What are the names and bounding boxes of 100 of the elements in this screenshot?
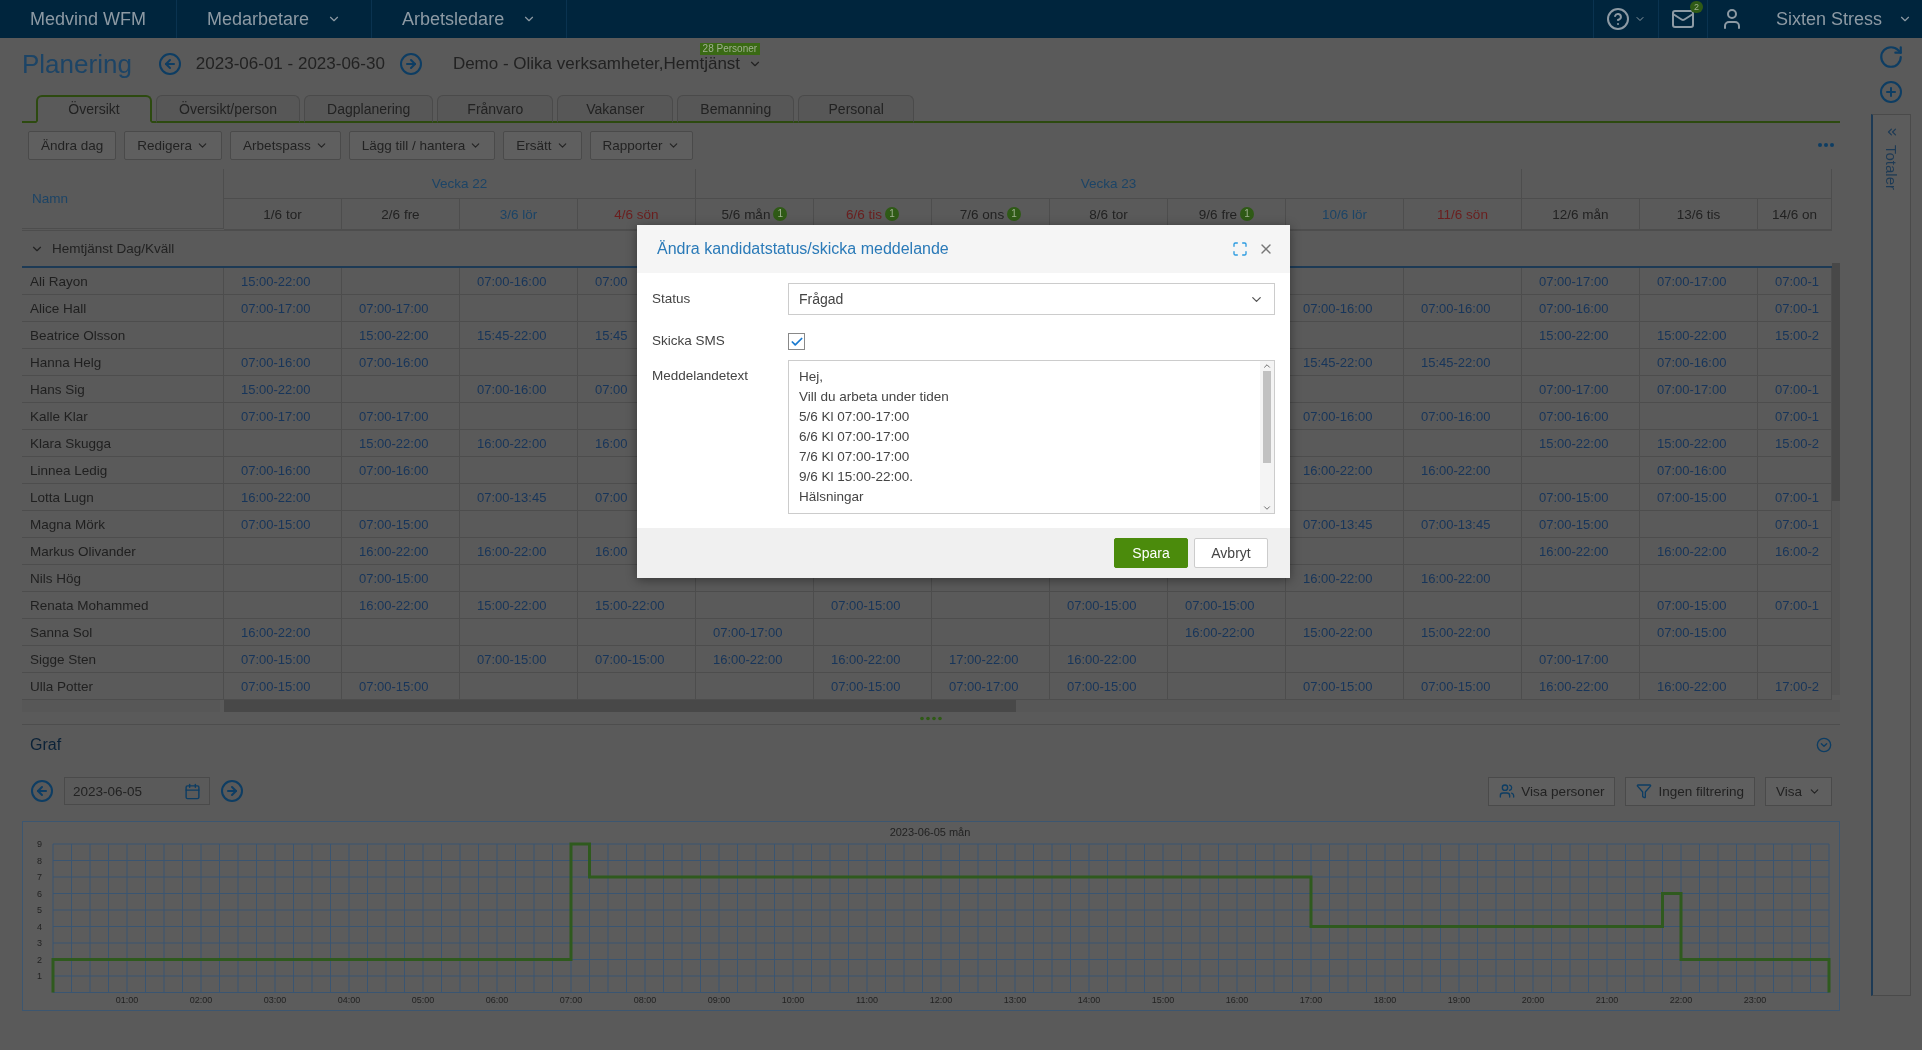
shift-cell[interactable]: 16:00-22:00 bbox=[460, 538, 578, 565]
shift-cell[interactable]: 07:00-15:00 bbox=[1050, 592, 1168, 619]
checkbox[interactable] bbox=[788, 333, 805, 350]
toolbar-button[interactable]: Lägg till / hantera bbox=[348, 130, 496, 160]
shift-cell[interactable]: 15:00-22:00 bbox=[1640, 430, 1758, 457]
shift-cell[interactable]: 07:00-16:00 bbox=[224, 349, 342, 376]
shift-cell[interactable]: 16:00-22:00 bbox=[342, 538, 460, 565]
collapse-button[interactable] bbox=[1816, 737, 1832, 753]
next-button[interactable] bbox=[398, 52, 423, 76]
toolbar-button[interactable]: Ersätt bbox=[503, 130, 582, 160]
shift-cell[interactable]: 16:00-22:00 bbox=[1522, 538, 1640, 565]
shift-cell[interactable]: 07:00-17:00 bbox=[224, 403, 342, 430]
shift-cell[interactable]: 16:00-22:00 bbox=[224, 619, 342, 646]
shift-cell[interactable]: 07:00-17:00 bbox=[1640, 376, 1758, 403]
shift-cell[interactable]: 07:00-16:00 bbox=[1522, 403, 1640, 430]
vertical-scrollbar[interactable] bbox=[1260, 361, 1274, 513]
more-button[interactable] bbox=[1818, 143, 1834, 147]
shift-cell[interactable]: 16:00-22:00 bbox=[1050, 646, 1168, 673]
shift-cell[interactable]: 07:00-16:00 bbox=[224, 457, 342, 484]
shift-cell[interactable]: 16:00-22:00 bbox=[460, 430, 578, 457]
employee-name[interactable]: Beatrice Olsson bbox=[22, 322, 224, 349]
shift-cell[interactable]: 07:00-17:00 bbox=[1640, 268, 1758, 295]
graph-button[interactable]: Visa personer bbox=[1488, 776, 1616, 806]
shift-cell[interactable]: 07:00-15:00 bbox=[342, 511, 460, 538]
shift-cell[interactable]: 07:00-16:00 bbox=[1640, 457, 1758, 484]
shift-cell[interactable]: 07:00-15:00 bbox=[1640, 484, 1758, 511]
shift-cell[interactable]: 07:00-16:00 bbox=[1404, 403, 1522, 430]
shift-cell[interactable]: 15:00-22:00 bbox=[1286, 619, 1404, 646]
app-title[interactable]: Medvind WFM bbox=[0, 0, 177, 38]
employee-name[interactable]: Alice Hall bbox=[22, 295, 224, 322]
shift-cell[interactable]: 07:00-13:45 bbox=[460, 484, 578, 511]
employee-name[interactable]: Renata Mohammed bbox=[22, 592, 224, 619]
toolbar-button[interactable]: Rapporter bbox=[589, 130, 693, 160]
shift-cell[interactable]: 15:45-22:00 bbox=[1404, 349, 1522, 376]
shift-cell[interactable]: 07:00-17:00 bbox=[1522, 376, 1640, 403]
toolbar-button[interactable]: Ändra dag bbox=[28, 130, 117, 160]
shift-cell[interactable]: 07:00-17:00 bbox=[224, 295, 342, 322]
cancel-button[interactable]: Avbryt bbox=[1194, 538, 1268, 568]
scroll-up-icon[interactable] bbox=[1262, 361, 1272, 371]
previous-button[interactable] bbox=[30, 779, 54, 803]
shift-cell[interactable]: 07:00-17:00 bbox=[1522, 646, 1640, 673]
status-select[interactable]: Frågad bbox=[788, 283, 1275, 315]
save-button[interactable]: Spara bbox=[1114, 538, 1188, 568]
shift-cell[interactable]: 07:00-17:00 bbox=[342, 295, 460, 322]
shift-cell[interactable]: 15:00-22:00 bbox=[1404, 619, 1522, 646]
previous-button[interactable] bbox=[157, 52, 182, 76]
employee-name[interactable]: Magna Mörk bbox=[22, 511, 224, 538]
shift-cell[interactable]: 07:00-17:00 bbox=[696, 619, 814, 646]
shift-cell[interactable]: 17:00-22:00 bbox=[932, 646, 1050, 673]
employee-name[interactable]: Nils Hög bbox=[22, 565, 224, 592]
shift-cell[interactable]: 15:00-22:00 bbox=[578, 592, 696, 619]
refresh-button[interactable] bbox=[1878, 44, 1904, 70]
shift-cell[interactable]: 15:00-22:00 bbox=[342, 322, 460, 349]
shift-cell[interactable]: 16:00-22:00 bbox=[1640, 538, 1758, 565]
shift-cell[interactable]: 15:00-22:00 bbox=[342, 430, 460, 457]
nav-menu[interactable]: Arbetsledare bbox=[372, 0, 568, 38]
shift-cell[interactable]: 07:00-15:00 bbox=[224, 646, 342, 673]
shift-cell[interactable]: 07:00-15:00 bbox=[578, 646, 696, 673]
shift-cell[interactable]: 16:00-22:00 bbox=[1404, 565, 1522, 592]
shift-cell[interactable]: 07:00-17:00 bbox=[1522, 268, 1640, 295]
shift-cell[interactable]: 07:00-15:00 bbox=[224, 511, 342, 538]
graph-button[interactable]: Ingen filtrering bbox=[1625, 776, 1755, 806]
shift-cell[interactable]: 07:00-16:00 bbox=[342, 349, 460, 376]
shift-cell[interactable]: 07:00-15:00 bbox=[1522, 511, 1640, 538]
nav-menu[interactable]: Medarbetare bbox=[177, 0, 373, 38]
employee-name[interactable]: Sigge Sten bbox=[22, 646, 224, 673]
employee-name[interactable]: Hanna Helg bbox=[22, 349, 224, 376]
employee-name[interactable]: Lotta Lugn bbox=[22, 484, 224, 511]
shift-cell[interactable]: 07:00-16:00 bbox=[1522, 295, 1640, 322]
employee-name[interactable]: Markus Olivander bbox=[22, 538, 224, 565]
employee-name[interactable]: Klara Skugga bbox=[22, 430, 224, 457]
employee-name[interactable]: Ali Rayon bbox=[22, 268, 224, 295]
shift-cell[interactable]: 07:00-16:00 bbox=[1404, 295, 1522, 322]
employee-name[interactable]: Hans Sig bbox=[22, 376, 224, 403]
empty-cell[interactable] bbox=[1404, 268, 1522, 295]
shift-cell[interactable]: 07:00-13:45 bbox=[1404, 511, 1522, 538]
unit-selector[interactable]: Demo - Olika verksamheter,Hemtjänst bbox=[452, 54, 763, 74]
shift-cell[interactable]: 15:00-22:00 bbox=[224, 268, 342, 295]
shift-cell[interactable]: 16:00-22:00 bbox=[1404, 457, 1522, 484]
shift-cell[interactable]: 15:00-22:00 bbox=[1640, 322, 1758, 349]
tab[interactable]: Översikt bbox=[36, 95, 152, 123]
shift-cell[interactable]: 15:45-22:00 bbox=[460, 322, 578, 349]
shift-cell[interactable]: 16:00-22:00 bbox=[224, 484, 342, 511]
toolbar-button[interactable]: Arbetspass bbox=[230, 130, 341, 160]
shift-cell[interactable]: 16:00-22:00 bbox=[1168, 619, 1286, 646]
shift-cell[interactable]: 07:00-16:00 bbox=[342, 457, 460, 484]
shift-cell[interactable]: 07:00-15:00 bbox=[814, 592, 932, 619]
shift-cell[interactable]: 15:00-22:00 bbox=[1522, 430, 1640, 457]
shift-cell[interactable]: 07:00-15:00 bbox=[1640, 619, 1758, 646]
vertical-scrollbar[interactable] bbox=[1832, 263, 1840, 695]
shift-cell[interactable]: 07:00-16:00 bbox=[460, 376, 578, 403]
maximize-button[interactable] bbox=[1232, 241, 1248, 257]
side-panel-tab[interactable]: Totaler bbox=[1871, 114, 1911, 996]
employee-name[interactable]: Linnea Ledig bbox=[22, 457, 224, 484]
message-field[interactable]: Hej, Vill du arbeta under tiden 5/6 Kl 07:00-17:00 6/6 Kl 07:00-17:00 7/6 Kl 07:00-17:00 9/6 Kl 15:00-22:00. Hälsningar bbox=[788, 360, 1275, 514]
shift-cell[interactable]: 07:00-15:00 bbox=[1168, 592, 1286, 619]
date-field[interactable]: 2023-06-05 bbox=[64, 777, 210, 805]
scroll-down-icon[interactable] bbox=[1262, 503, 1272, 513]
shift-cell[interactable]: 16:00-22:00 bbox=[696, 646, 814, 673]
shift-cell[interactable]: 07:00-16:00 bbox=[460, 268, 578, 295]
